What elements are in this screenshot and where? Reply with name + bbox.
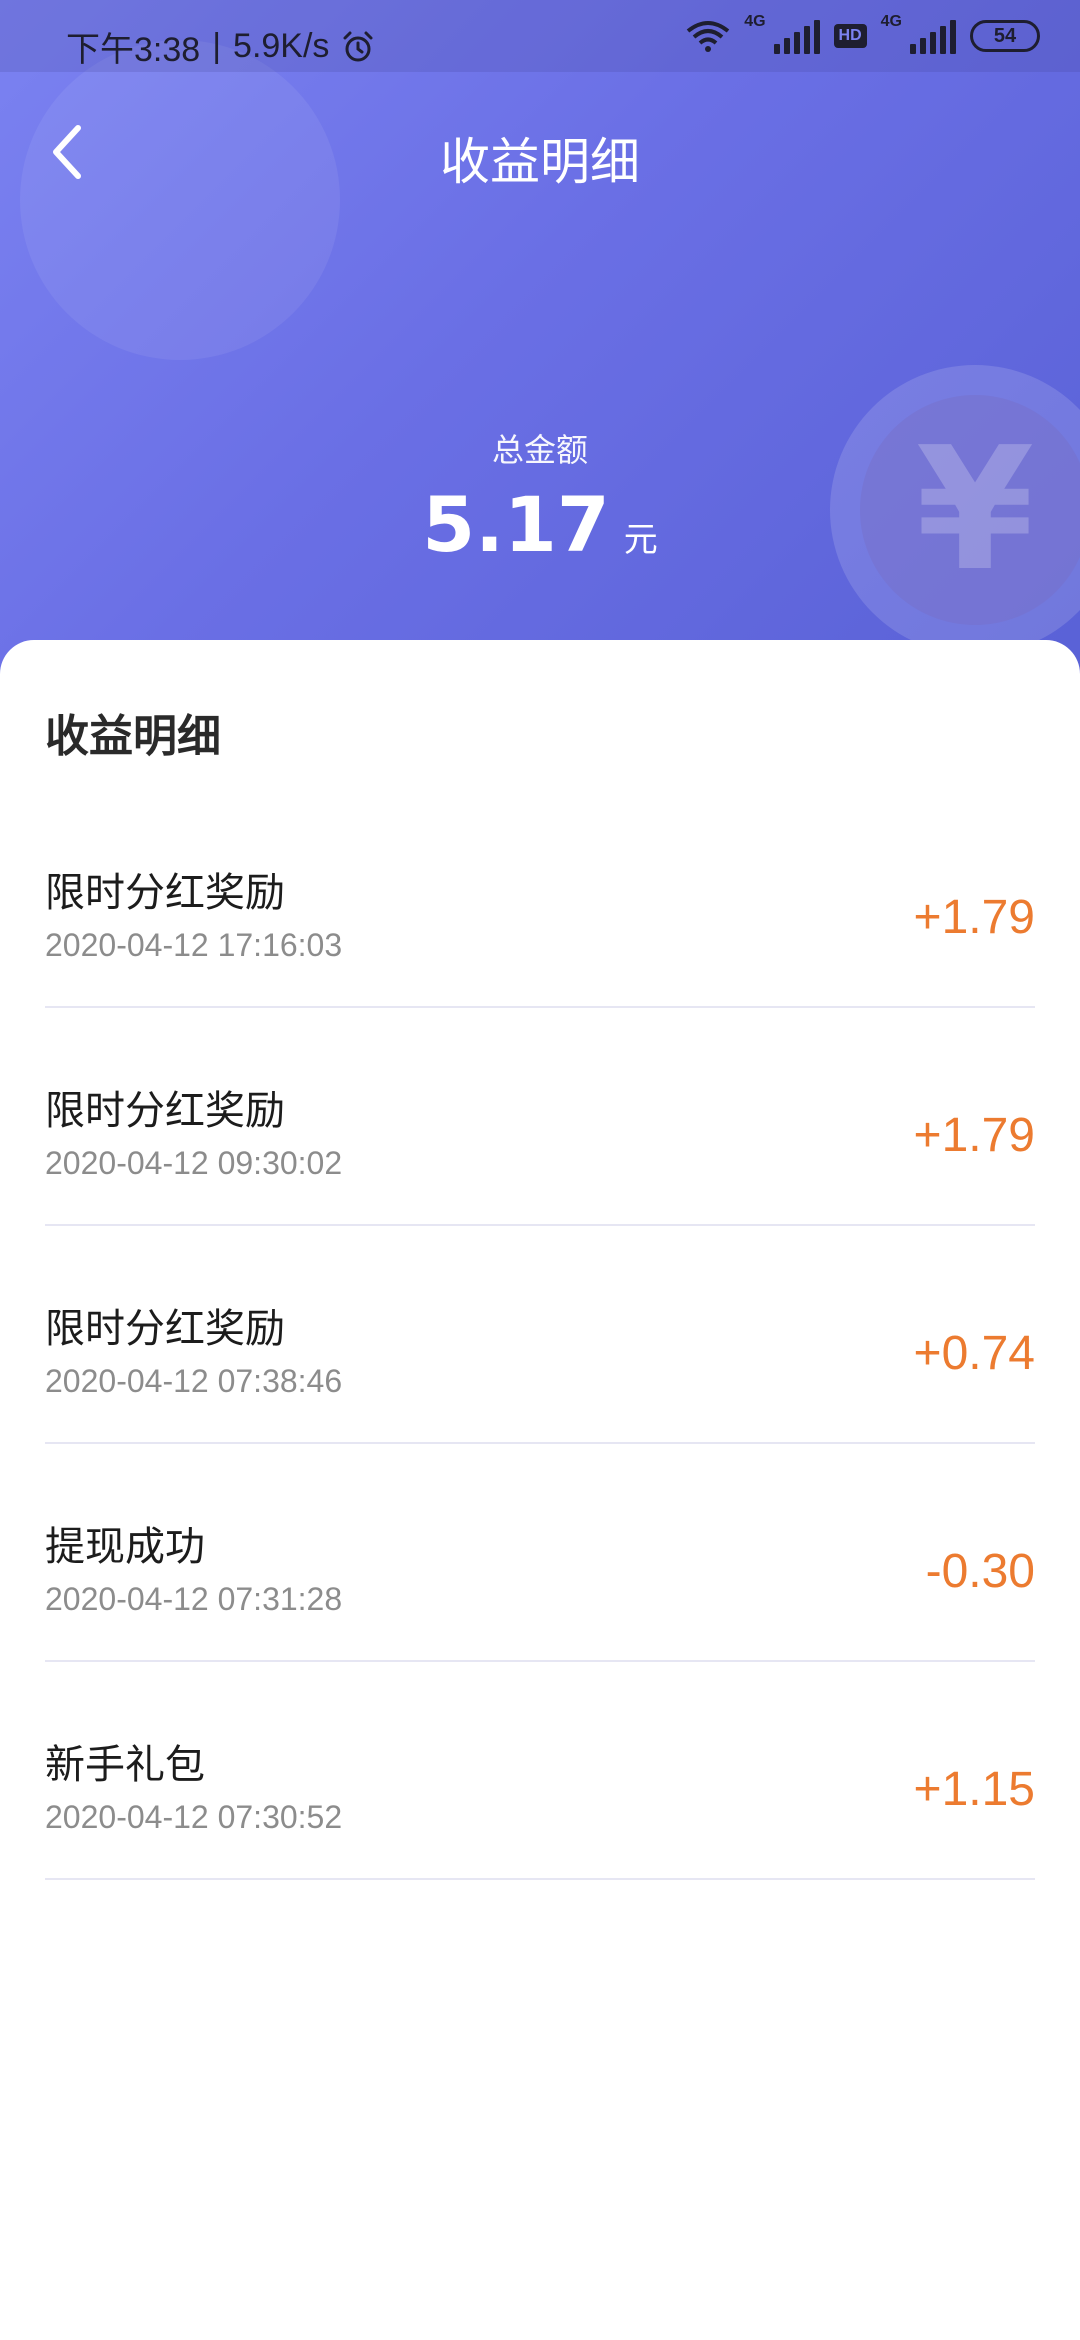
list-item: 提现成功 2020-04-12 07:31:28 -0.30 [45, 1444, 1035, 1662]
signal-icon-2 [910, 18, 956, 54]
record-time: 2020-04-12 07:30:52 [45, 1799, 343, 1835]
decorative-circle [20, 40, 340, 360]
network-tag-2: 4G [880, 13, 902, 30]
list-item: 新手礼包 2020-04-12 07:30:52 +1.15 [45, 1662, 1035, 1880]
record-time: 2020-04-12 17:16:03 [45, 927, 343, 963]
record-name: 限时分红奖励 [45, 870, 285, 916]
battery-level: 54 [993, 24, 1017, 47]
total-amount-unit: 元 [623, 520, 658, 560]
record-amount: -0.30 [925, 1545, 1035, 1598]
status-time: 下午3:38 [66, 31, 201, 69]
record-amount: +1.15 [913, 1763, 1035, 1816]
status-bar: 下午3:38 | 5.9K/s 4G HD 4G 54 [0, 0, 1080, 72]
total-amount-label: 总金额 [491, 431, 588, 469]
page-title: 收益明细 [440, 133, 640, 191]
total-amount-value: 5.17 [422, 480, 610, 569]
status-speed: 5.9K/s [233, 27, 330, 65]
network-tag: 4G [744, 13, 766, 30]
earnings-card: 收益明细 限时分红奖励 2020-04-12 17:16:03 +1.79 限时… [0, 640, 1080, 2340]
list-item: 限时分红奖励 2020-04-12 09:30:02 +1.79 [45, 1008, 1035, 1226]
record-amount: +1.79 [913, 891, 1035, 944]
record-time: 2020-04-12 07:38:46 [45, 1363, 343, 1399]
earnings-list: 限时分红奖励 2020-04-12 17:16:03 +1.79 限时分红奖励 … [45, 790, 1035, 1880]
record-name: 限时分红奖励 [45, 1306, 285, 1352]
alarm-icon [343, 31, 373, 61]
total-amount: 5.17 元 [0, 480, 1080, 569]
list-item: 限时分红奖励 2020-04-12 07:38:46 +0.74 [45, 1226, 1035, 1444]
record-name: 新手礼包 [45, 1742, 205, 1788]
list-item: 限时分红奖励 2020-04-12 17:16:03 +1.79 [45, 790, 1035, 1008]
record-time: 2020-04-12 09:30:02 [45, 1145, 343, 1181]
record-amount: +1.79 [913, 1109, 1035, 1162]
record-name: 提现成功 [45, 1524, 205, 1570]
section-title: 收益明细 [45, 711, 221, 762]
signal-icon [773, 18, 820, 54]
record-amount: +0.74 [913, 1327, 1035, 1380]
hd-badge: HD [833, 24, 867, 48]
record-time: 2020-04-12 07:31:28 [45, 1581, 343, 1617]
wifi-icon [686, 21, 730, 52]
header-banner: ¥ 下午3:38 | 5.9K/s 4G HD 4G 54 收益明细 总金额 5… [0, 0, 1080, 700]
battery-icon: 54 [970, 20, 1040, 52]
record-name: 限时分红奖励 [45, 1088, 285, 1134]
status-separator: | [212, 27, 222, 65]
